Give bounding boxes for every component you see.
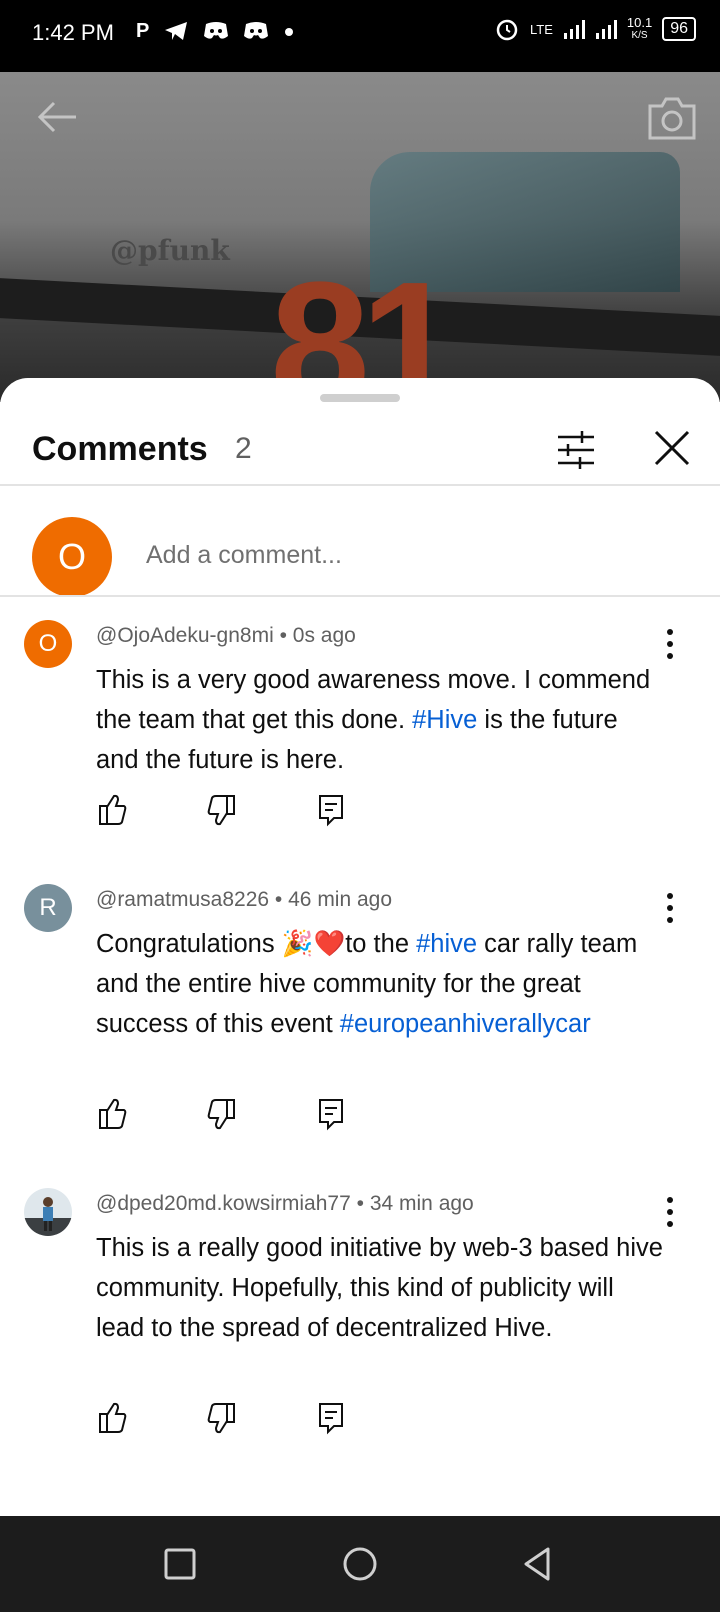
comment-text-part: This is a really good initiative by web-… (96, 1234, 663, 1342)
network-type: LTE (530, 21, 553, 37)
telegram-icon (165, 22, 188, 40)
reply-icon[interactable] (316, 1398, 426, 1438)
signal-icon (563, 20, 585, 39)
more-options-icon[interactable] (656, 626, 684, 662)
comment-item: @dped20md.kowsirmiah77 • 34 min ago This… (0, 1188, 720, 1468)
recents-square-icon[interactable] (160, 1544, 200, 1584)
comment-item: R @ramatmusa8226 • 46 min ago Congratula… (0, 884, 720, 1164)
comment-author[interactable]: @dped20md.kowsirmiah77 (96, 1192, 351, 1215)
comment-meta: @dped20md.kowsirmiah77 • 34 min ago (96, 1192, 474, 1216)
alarm-icon (496, 19, 518, 41)
hashtag-link[interactable]: #europeanhiverallycar (340, 1010, 591, 1038)
comment-meta: @OjoAdeku-gn8mi • 0s ago (96, 624, 356, 648)
meta-separator: • (356, 1192, 364, 1215)
comment-time: 34 min ago (369, 1192, 474, 1215)
drag-handle[interactable] (320, 394, 400, 402)
net-speed-unit: K/S (631, 30, 648, 41)
comment-text: This is a very good awareness move. I co… (96, 660, 666, 780)
comment-avatar[interactable]: R (24, 884, 72, 932)
input-divider (0, 595, 720, 597)
dislike-icon[interactable] (206, 1094, 316, 1134)
comment-time: 0s ago (292, 624, 356, 647)
add-comment-input[interactable] (144, 540, 668, 571)
meta-separator: • (279, 624, 287, 647)
like-icon[interactable] (96, 1398, 206, 1438)
home-circle-icon[interactable] (340, 1544, 380, 1584)
system-nav-bar (0, 1516, 720, 1612)
camera-icon[interactable] (646, 94, 698, 142)
like-icon[interactable] (96, 1094, 206, 1134)
comment-actions (96, 1094, 426, 1134)
comment-actions (96, 790, 426, 830)
comment-time: 46 min ago (288, 888, 393, 911)
hashtag-link[interactable]: #Hive (412, 706, 477, 734)
comment-avatar[interactable]: O (24, 620, 72, 668)
meta-separator: • (274, 888, 283, 911)
video-preview[interactable]: @pfunk 81 (0, 72, 720, 402)
like-icon[interactable] (96, 790, 206, 830)
status-bar: 1:42 PM P LTE 10.1 K/S 96 (0, 0, 720, 72)
back-arrow-icon[interactable] (30, 90, 84, 144)
dislike-icon[interactable] (206, 790, 316, 830)
dot-icon (285, 28, 294, 36)
comment-meta: @ramatmusa8226 • 46 min ago (96, 888, 392, 912)
comment-actions (96, 1398, 426, 1438)
discord-icon (244, 22, 269, 39)
reply-icon[interactable] (316, 1094, 426, 1134)
comment-avatar[interactable] (24, 1188, 72, 1236)
signal-icon-2 (595, 20, 617, 39)
back-triangle-icon[interactable] (518, 1544, 558, 1584)
close-icon[interactable] (652, 428, 692, 468)
current-user-avatar: O (32, 517, 112, 597)
comment-item: O @OjoAdeku-gn8mi • 0s ago This is a ver… (0, 620, 720, 860)
watermark-text: @pfunk (110, 234, 230, 267)
filter-icon[interactable] (554, 430, 598, 470)
comment-author[interactable]: @ramatmusa8226 (96, 888, 269, 911)
comments-sheet: Comments 2 O O @OjoAdeku-gn8mi • 0s ago … (0, 378, 720, 1516)
comments-count: 2 (235, 432, 252, 465)
reply-icon[interactable] (316, 790, 426, 830)
comment-text-part: Congratulations 🎉❤️to the (96, 930, 417, 958)
more-options-icon[interactable] (656, 1194, 684, 1230)
discord-icon (204, 22, 229, 39)
dislike-icon[interactable] (206, 1398, 316, 1438)
comment-author[interactable]: @OjoAdeku-gn8mi (96, 624, 274, 647)
status-time: 1:42 PM (32, 20, 114, 45)
comment-text: This is a really good initiative by web-… (96, 1228, 666, 1348)
status-right: LTE 10.1 K/S 96 (494, 16, 696, 42)
header-divider (0, 484, 720, 486)
user-photo-avatar (24, 1188, 72, 1236)
net-speed-value: 10.1 (626, 15, 653, 30)
notification-icons: P (136, 20, 295, 43)
hashtag-link[interactable]: #hive (416, 930, 477, 958)
comment-text: Congratulations 🎉❤️to the #hive car rall… (96, 924, 666, 1044)
comments-title: Comments (32, 430, 208, 468)
p-icon: P (136, 20, 150, 42)
more-options-icon[interactable] (656, 890, 684, 926)
battery-indicator: 96 (662, 17, 696, 41)
net-speed: 10.1 K/S (627, 16, 652, 42)
